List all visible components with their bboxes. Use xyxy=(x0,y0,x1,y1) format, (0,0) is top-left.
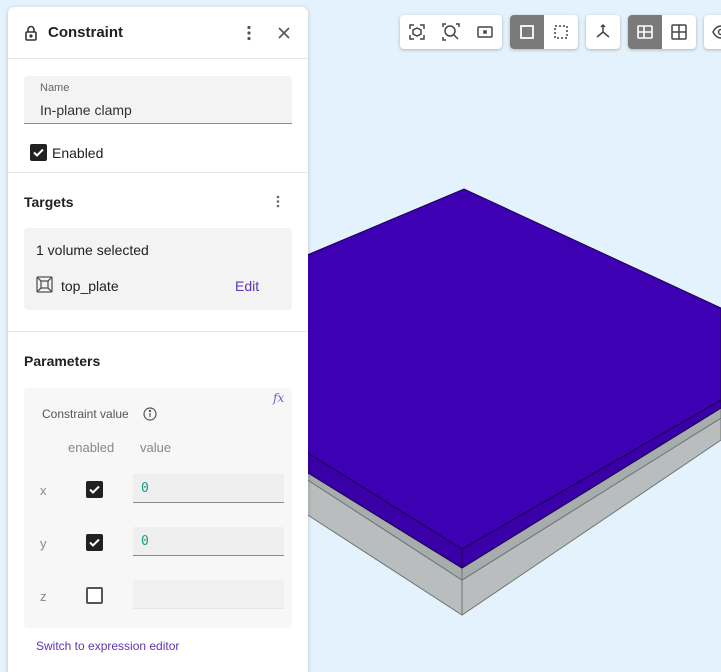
targets-title: Targets xyxy=(24,194,74,210)
zoom-box-button[interactable] xyxy=(468,15,502,49)
zoom-to-fit-button[interactable] xyxy=(434,15,468,49)
function-icon[interactable]: fx xyxy=(273,391,284,405)
more-vert-icon xyxy=(247,25,251,41)
y-enabled-checkbox[interactable] xyxy=(86,534,103,551)
fit-selection-button[interactable] xyxy=(400,15,434,49)
visibility-button[interactable] xyxy=(704,15,721,49)
edit-target-link[interactable]: Edit xyxy=(235,278,259,294)
target-name: top_plate xyxy=(61,278,119,294)
y-value-input[interactable]: 0 xyxy=(133,527,284,556)
divider xyxy=(8,172,308,173)
solid-view-icon xyxy=(518,23,536,41)
panel-title: Constraint xyxy=(48,24,123,41)
targets-count: 1 volume selected xyxy=(36,242,149,258)
constraint-panel: Constraint Name In-plane clamp Enabled T… xyxy=(8,7,308,672)
info-icon[interactable] xyxy=(143,407,157,421)
switch-to-expression-editor-link[interactable]: Switch to expression editor xyxy=(36,639,179,653)
enabled-checkbox[interactable] xyxy=(30,144,47,161)
eye-icon xyxy=(712,23,721,41)
divider xyxy=(8,331,308,332)
axis-label-y: y xyxy=(40,536,47,551)
more-vert-icon xyxy=(276,195,280,208)
parameters-box: fx Constraint value enabled value x 0 y … xyxy=(24,388,292,628)
lock-icon xyxy=(24,25,38,41)
targets-box: 1 volume selected top_plate Edit xyxy=(24,228,292,310)
constraint-value-label: Constraint value xyxy=(42,407,129,421)
grid-view-icon xyxy=(670,23,688,41)
check-icon xyxy=(87,535,102,550)
axis-label-x: x xyxy=(40,483,47,498)
panel-menu-button[interactable] xyxy=(241,25,257,41)
axes-icon xyxy=(594,23,612,41)
zoom-box-icon xyxy=(476,23,494,41)
check-icon xyxy=(87,482,102,497)
layout-toolbar xyxy=(628,15,696,49)
check-icon xyxy=(31,145,46,160)
name-field[interactable]: Name In-plane clamp xyxy=(24,76,292,124)
x-value-input[interactable]: 0 xyxy=(133,474,284,503)
name-field-label: Name xyxy=(40,82,69,94)
targets-menu-button[interactable] xyxy=(270,193,286,209)
z-value-input[interactable] xyxy=(133,580,284,609)
enabled-label: Enabled xyxy=(52,145,103,161)
wireframe-view-button[interactable] xyxy=(544,15,578,49)
section-view-button[interactable] xyxy=(628,15,662,49)
name-field-value[interactable]: In-plane clamp xyxy=(40,102,132,118)
panel-header: Constraint xyxy=(8,7,308,59)
wireframe-view-icon xyxy=(552,23,570,41)
section-view-icon xyxy=(636,23,654,41)
axis-label-z: z xyxy=(40,589,47,604)
zoom-to-fit-icon xyxy=(442,23,460,41)
solid-view-button[interactable] xyxy=(510,15,544,49)
fit-selection-icon xyxy=(408,23,426,41)
z-enabled-checkbox[interactable] xyxy=(86,587,103,604)
parameters-title: Parameters xyxy=(24,353,100,369)
grid-view-button[interactable] xyxy=(662,15,696,49)
column-header-enabled: enabled xyxy=(68,440,114,455)
axes-button[interactable] xyxy=(586,15,620,49)
x-enabled-checkbox[interactable] xyxy=(86,481,103,498)
visibility-toolbar xyxy=(704,15,721,49)
close-icon[interactable] xyxy=(276,25,292,41)
volume-icon xyxy=(36,276,53,293)
column-header-value: value xyxy=(140,440,171,455)
view-fit-toolbar xyxy=(400,15,502,49)
render-mode-toolbar xyxy=(510,15,578,49)
axes-toolbar xyxy=(586,15,620,49)
